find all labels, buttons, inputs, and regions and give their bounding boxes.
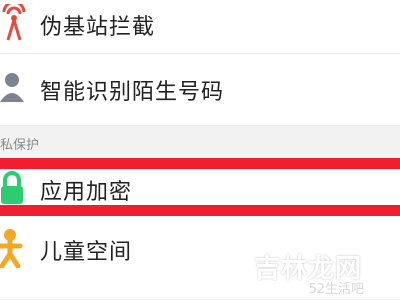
highlight-bar-top	[0, 158, 400, 169]
settings-item-fake-base-station[interactable]: 伪基站拦截	[0, 0, 400, 54]
watermark-logo-icon	[366, 260, 388, 288]
settings-item-stranger-number[interactable]: 智能识别陌生号码	[0, 54, 400, 126]
person-icon	[0, 73, 24, 102]
watermark-subtext: 52生活吧	[308, 282, 364, 297]
highlight-bar-bottom	[0, 205, 400, 216]
lock-icon	[1, 171, 23, 204]
settings-item-label: 儿童空间	[40, 240, 133, 265]
section-header-privacy: 私保护	[0, 126, 400, 160]
settings-item-label: 智能识别陌生号码	[40, 80, 225, 105]
settings-item-label: 应用加密	[40, 180, 133, 205]
tower-signal-icon	[2, 4, 26, 41]
settings-item-label: 伪基站拦截	[40, 15, 156, 40]
child-icon	[0, 229, 23, 268]
section-header-label: 私保护	[0, 138, 40, 153]
